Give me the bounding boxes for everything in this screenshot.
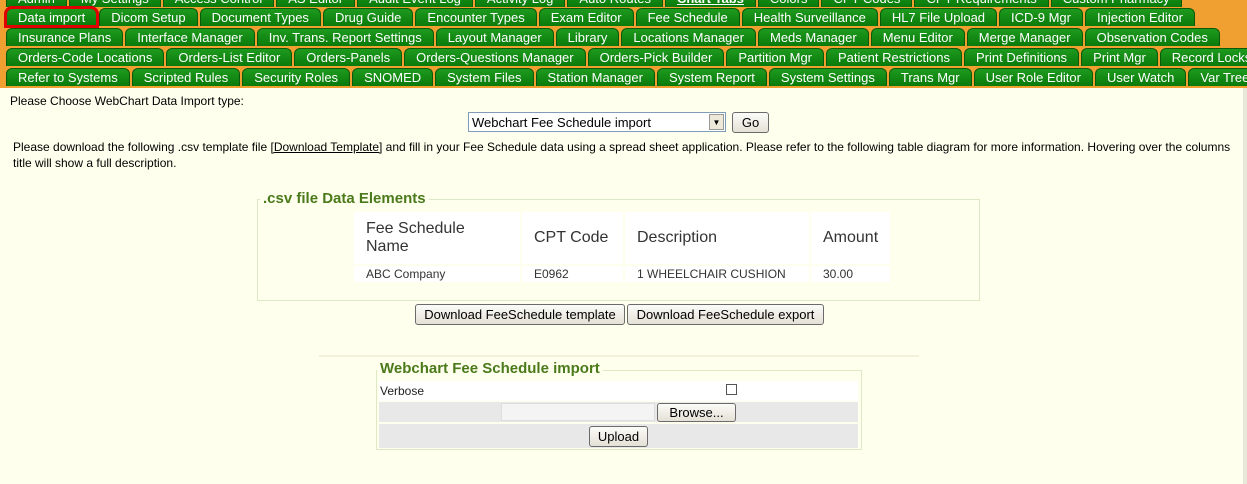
- browse-button[interactable]: Browse...: [657, 403, 736, 422]
- tab-orders-panels[interactable]: Orders-Panels: [294, 48, 403, 66]
- tab-access-control[interactable]: Access Control: [162, 0, 275, 7]
- import-legend: Webchart Fee Schedule import: [377, 360, 603, 377]
- tab-refer-to-systems[interactable]: Refer to Systems: [6, 68, 130, 86]
- tab-security-roles[interactable]: Security Roles: [242, 68, 351, 86]
- verbose-label: Verbose: [380, 384, 425, 398]
- tab-insurance-plans[interactable]: Insurance Plans: [6, 28, 124, 46]
- column-header-description[interactable]: Description: [625, 212, 809, 264]
- tab-orders-questions-manager[interactable]: Orders-Questions Manager: [404, 48, 586, 66]
- column-header-amount[interactable]: Amount: [811, 212, 891, 264]
- tab-user-role-editor[interactable]: User Role Editor: [973, 68, 1093, 86]
- import-type-label: Please Choose WebChart Data Import type:: [10, 94, 244, 108]
- tab-cpt-codes[interactable]: CPT Codes: [821, 0, 913, 7]
- tab-partition-mgr[interactable]: Partition Mgr: [726, 48, 825, 66]
- table-header-row: Fee Schedule Name CPT Code Description A…: [354, 212, 891, 264]
- tab-row-1: Data import Dicom Setup Document Types Drug…: [3, 6, 1195, 28]
- tab-meds-manager[interactable]: Meds Manager: [757, 28, 869, 46]
- table-cell: 30.00: [811, 264, 891, 282]
- import-type-selected-value: Webchart Fee Schedule import: [472, 114, 651, 130]
- tab-dicom-setup[interactable]: Dicom Setup: [99, 8, 198, 26]
- tab-drug-guide[interactable]: Drug Guide: [322, 8, 414, 26]
- table-cell: ABC Company: [354, 264, 520, 282]
- tab-as-editor[interactable]: AS Editor: [276, 0, 356, 7]
- tab-record-locks[interactable]: Record Locks: [1159, 48, 1247, 66]
- tab-data-import[interactable]: Data import: [3, 6, 100, 28]
- table-row: ABC Company E0962 1 WHEELCHAIR CUSHION 3…: [354, 264, 891, 282]
- tab-observation-codes[interactable]: Observation Codes: [1084, 28, 1220, 46]
- tab-system-report[interactable]: System Report: [656, 68, 767, 86]
- tab-orders-pick-builder[interactable]: Orders-Pick Builder: [587, 48, 725, 66]
- file-path-input[interactable]: [501, 403, 655, 421]
- tab-print-mgr[interactable]: Print Mgr: [1081, 48, 1158, 66]
- tab-icd-9-mgr[interactable]: ICD-9 Mgr: [999, 8, 1083, 26]
- section-divider: [319, 355, 919, 357]
- tab-fee-schedule[interactable]: Fee Schedule: [635, 8, 740, 26]
- download-template-link[interactable]: [Download Template]: [270, 140, 382, 154]
- chevron-down-icon[interactable]: ▼: [709, 114, 724, 130]
- tab-orders-code-locations[interactable]: Orders-Code Locations: [6, 48, 165, 66]
- tab-layout-manager[interactable]: Layout Manager: [435, 28, 554, 46]
- go-button[interactable]: Go: [732, 112, 769, 133]
- tab-cpt-requirements[interactable]: CPT Requirements: [914, 0, 1049, 7]
- tab-row-3: Orders-Code Locations Orders-List Editor O…: [6, 48, 1247, 67]
- tab-inv-trans-report-settings[interactable]: Inv. Trans. Report Settings: [256, 28, 434, 46]
- tab-document-types[interactable]: Document Types: [199, 8, 321, 26]
- file-upload-row: [379, 402, 858, 422]
- tab-custom-pharmacy[interactable]: Custom Pharmacy: [1050, 0, 1182, 7]
- tab-bar: AdminMy SettingsAccess ControlAS EditorA…: [0, 0, 1247, 88]
- tab-chart-tabs[interactable]: Chart Tabs: [664, 0, 756, 7]
- download-feeschedule-export-button[interactable]: Download FeeSchedule export: [627, 304, 824, 325]
- tab-row-2: Insurance Plans Interface Manager Inv. Tra…: [6, 28, 1220, 47]
- table-cell: E0962: [522, 264, 623, 282]
- tab-patient-restrictions[interactable]: Patient Restrictions: [826, 48, 963, 66]
- tab-user-watch[interactable]: User Watch: [1094, 68, 1187, 86]
- tab-admin[interactable]: Admin: [6, 0, 67, 7]
- data-elements-legend: .csv file Data Elements: [260, 190, 429, 207]
- tab-system-settings[interactable]: System Settings: [768, 68, 887, 86]
- tab-encounter-types[interactable]: Encounter Types: [415, 8, 537, 26]
- tab-orders-list-editor[interactable]: Orders-List Editor: [166, 48, 293, 66]
- tab-station-manager[interactable]: Station Manager: [535, 68, 655, 86]
- tab-menu-editor[interactable]: Menu Editor: [870, 28, 965, 46]
- tab-exam-editor[interactable]: Exam Editor: [538, 8, 634, 26]
- tab-colors[interactable]: Colors: [757, 0, 820, 7]
- tab-trans-mgr[interactable]: Trans Mgr: [888, 68, 972, 86]
- tab-snomed[interactable]: SNOMED: [352, 68, 434, 86]
- tab-my-settings[interactable]: My Settings: [68, 0, 161, 7]
- upload-button[interactable]: Upload: [589, 426, 648, 447]
- table-cell: 1 WHEELCHAIR CUSHION: [625, 264, 809, 282]
- tab-scripted-rules[interactable]: Scripted Rules: [131, 68, 241, 86]
- tab-system-files[interactable]: System Files: [435, 68, 534, 86]
- tab-merge-manager[interactable]: Merge Manager: [966, 28, 1083, 46]
- verbose-row: Verbose: [379, 381, 858, 401]
- tab-row-0: AdminMy SettingsAccess ControlAS EditorA…: [6, 0, 1182, 8]
- tab-injection-editor[interactable]: Injection Editor: [1084, 8, 1195, 26]
- tab-auto-routes[interactable]: Auto Routes: [567, 0, 663, 7]
- tab-activity-log[interactable]: Activity Log: [474, 0, 566, 7]
- instructions-text: Please download the following .csv templ…: [13, 139, 1233, 171]
- tab-row-4: Refer to Systems Scripted Rules Security R…: [6, 68, 1247, 87]
- tab-interface-manager[interactable]: Interface Manager: [125, 28, 255, 46]
- tab-print-definitions[interactable]: Print Definitions: [964, 48, 1080, 66]
- tab-library[interactable]: Library: [555, 28, 620, 46]
- import-type-select[interactable]: Webchart Fee Schedule import ▼: [468, 112, 726, 132]
- tab-health-surveillance[interactable]: Health Surveillance: [741, 8, 878, 26]
- tab-hl7-file-upload[interactable]: HL7 File Upload: [879, 8, 998, 26]
- instructions-before: Please download the following .csv templ…: [13, 140, 271, 154]
- verbose-checkbox[interactable]: [726, 384, 737, 395]
- column-header-cpt-code[interactable]: CPT Code: [522, 212, 623, 264]
- column-header-fee-schedule-name[interactable]: Fee Schedule Name: [354, 212, 520, 264]
- page-scrollbar[interactable]: [1243, 88, 1247, 484]
- tab-audit-event-log[interactable]: Audit Event Log: [357, 0, 473, 7]
- download-feeschedule-template-button[interactable]: Download FeeSchedule template: [415, 304, 625, 325]
- csv-elements-table: Fee Schedule Name CPT Code Description A…: [352, 212, 892, 282]
- tab-locations-manager[interactable]: Locations Manager: [621, 28, 756, 46]
- tab-var-tree[interactable]: Var Tree: [1188, 68, 1247, 86]
